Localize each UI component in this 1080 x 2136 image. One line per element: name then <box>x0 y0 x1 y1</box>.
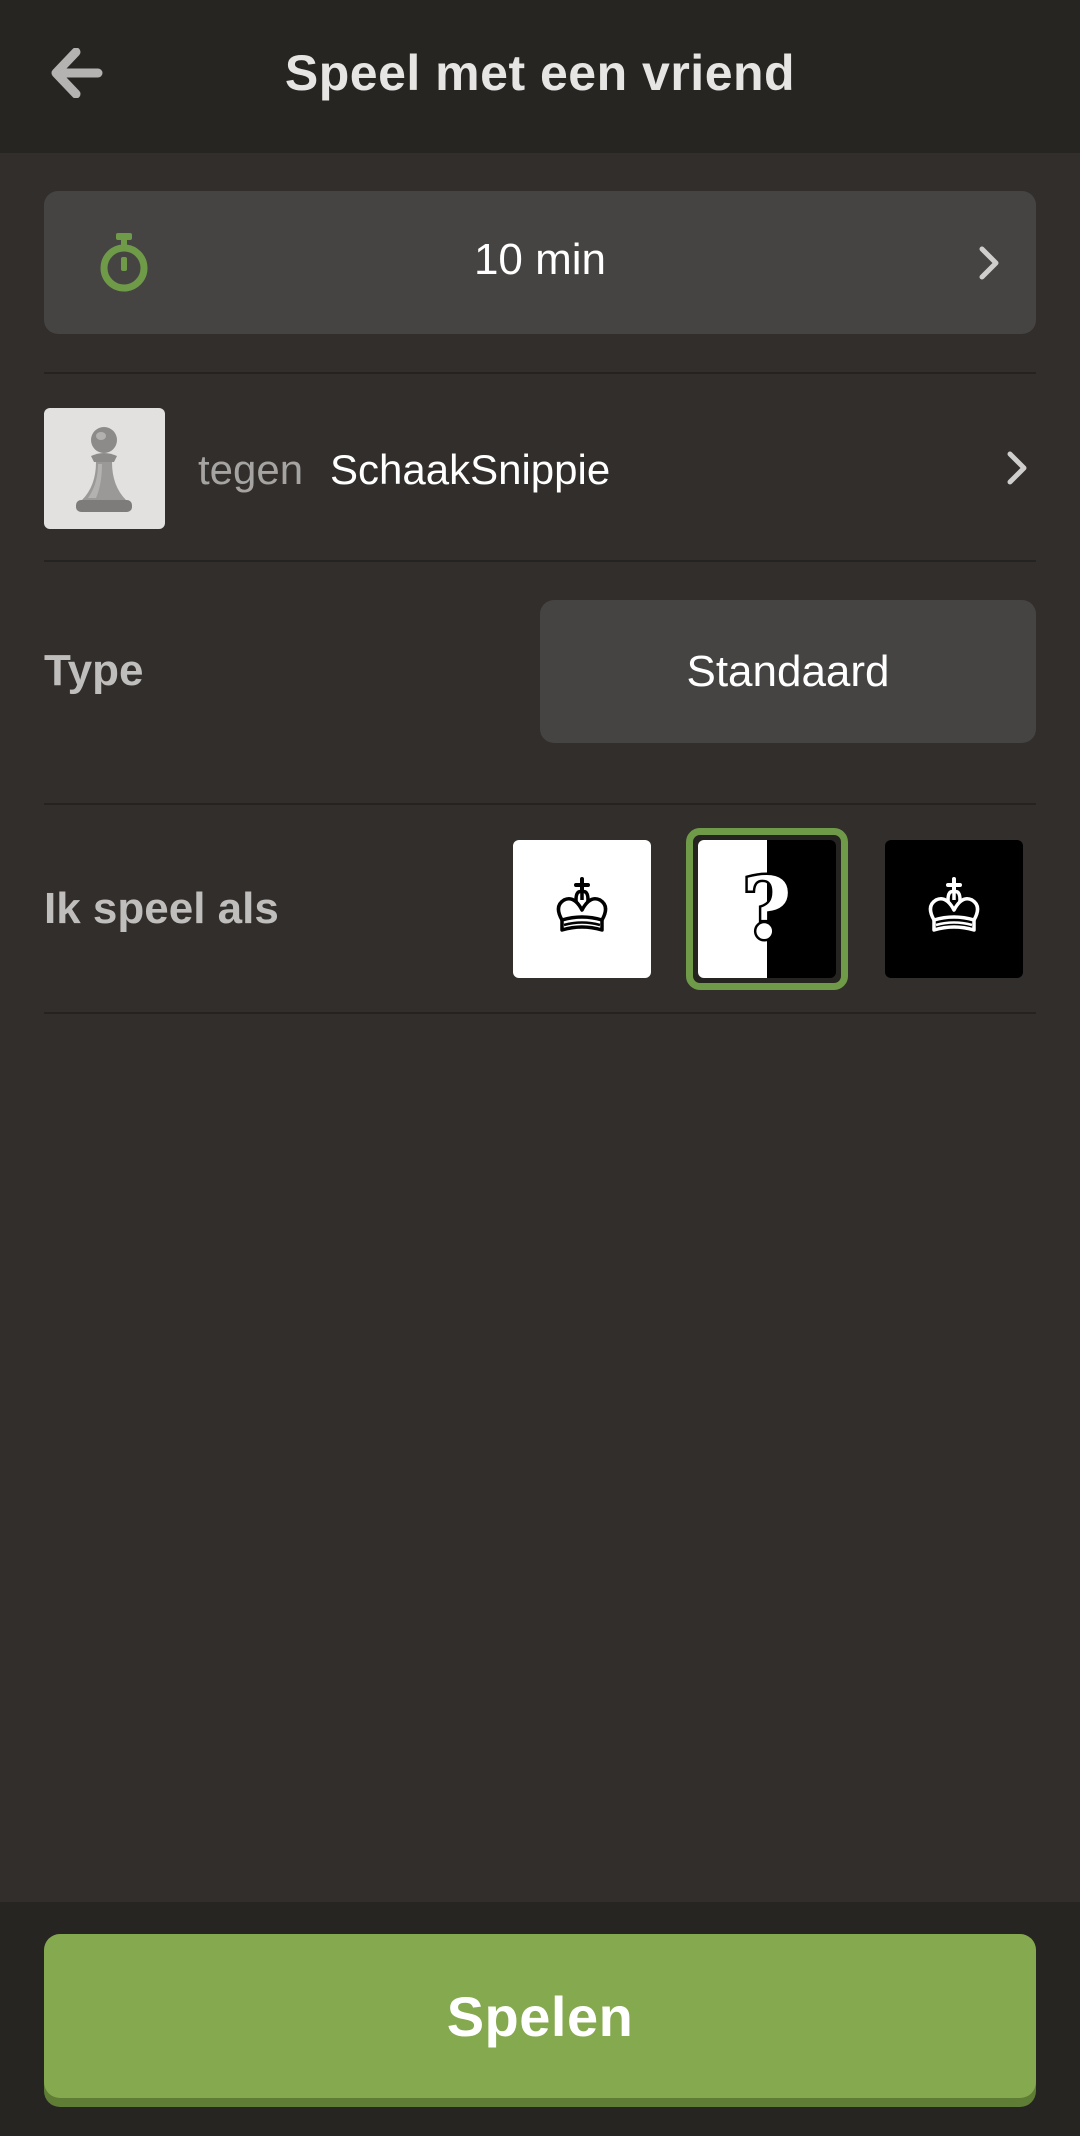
black-king-icon <box>924 876 984 943</box>
question-mark-icon: ? <box>740 857 794 961</box>
page-title: Speel met een vriend <box>284 45 796 101</box>
divider <box>44 372 1036 374</box>
game-type-selector[interactable]: Standaard <box>540 600 1036 743</box>
time-control-label: 10 min <box>473 235 607 284</box>
divider <box>44 560 1036 562</box>
chevron-right-icon <box>1002 448 1032 488</box>
play-as-white-option[interactable] <box>513 840 651 978</box>
divider <box>44 803 1036 805</box>
play-as-label: Ik speel als <box>44 884 279 933</box>
random-color-swatch: ? <box>698 840 836 978</box>
chevron-right-icon <box>974 243 1004 283</box>
opponent-name: SchaakSnippie <box>330 446 611 493</box>
play-with-friend-screen: Speel met een vriend 10 min tegen Schaak… <box>0 0 1080 2136</box>
play-as-random-option[interactable]: ? <box>686 828 848 990</box>
divider <box>44 1012 1036 1014</box>
play-as-black-option[interactable] <box>885 840 1023 978</box>
play-button[interactable]: Spelen <box>44 1934 1036 2098</box>
type-label: Type <box>44 646 144 695</box>
time-control-selector[interactable]: 10 min <box>44 191 1036 334</box>
avatar <box>44 408 165 529</box>
opponent-selector[interactable]: tegen SchaakSnippie <box>44 400 1036 536</box>
opponent-prefix: tegen <box>198 446 304 493</box>
top-bar: Speel met een vriend <box>0 0 1080 153</box>
pawn-avatar-icon <box>44 427 165 529</box>
white-king-icon <box>552 876 612 943</box>
